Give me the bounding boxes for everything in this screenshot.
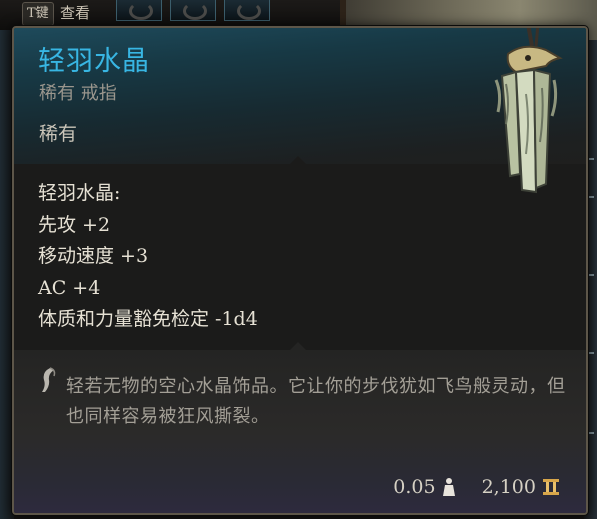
item-value: 2,100	[481, 476, 536, 498]
item-properties: 轻羽水晶: 先攻 +2 移动速度 +3 AC +4 体质和力量豁免检定 -1d4	[38, 178, 258, 336]
item-description: 轻若无物的空心水晶饰品。它让你的步伐犹如飞鸟般灵动，但也同样容易被狂风撕裂。	[66, 376, 566, 427]
item-rarity: 稀有	[39, 123, 78, 145]
item-weight: 0.05	[393, 476, 436, 498]
property-saving-throw: 体质和力量豁免检定 -1d4	[38, 308, 258, 330]
key-hint: T键	[22, 2, 54, 26]
quill-icon	[42, 367, 56, 392]
item-footer: 0.05 2,100	[393, 476, 560, 498]
item-subtitle: 稀有 戒指	[39, 83, 117, 104]
item-image	[494, 28, 563, 194]
section-divider	[290, 342, 306, 350]
item-tooltip: 轻羽水晶 稀有 戒指 稀有 轻羽水晶: 先攻 +2 移动速度 +3 AC +4 …	[12, 26, 588, 515]
inventory-slot[interactable]	[170, 0, 216, 21]
property-armor-class: AC +4	[38, 276, 101, 299]
inventory-slot[interactable]	[224, 0, 270, 21]
item-name: 轻羽水晶	[38, 46, 150, 77]
inventory-slot[interactable]	[116, 0, 162, 21]
gold-coin-icon	[543, 479, 559, 495]
property-initiative: 先攻 +2	[38, 213, 111, 236]
property-movement-speed: 移动速度 +3	[38, 245, 149, 267]
section-divider	[290, 156, 306, 164]
property-title: 轻羽水晶:	[38, 182, 121, 204]
view-label[interactable]: 查看	[60, 2, 90, 24]
weight-icon	[442, 478, 455, 496]
